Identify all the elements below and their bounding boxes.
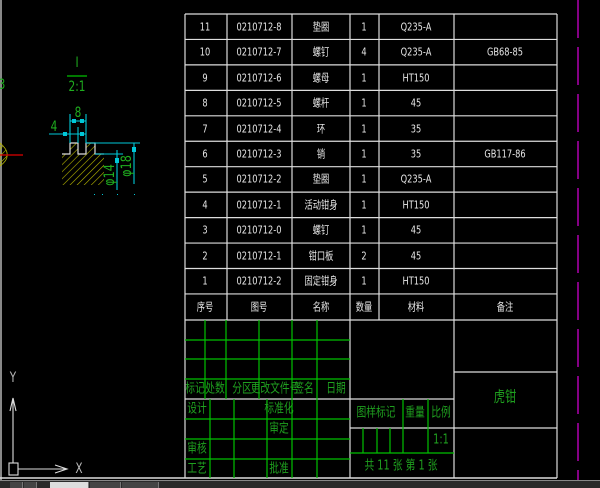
parts-cell-name: 螺钉	[312, 223, 330, 237]
parts-cell-drawing-no: 0210712-7	[236, 45, 282, 59]
parts-cell-qty: 1	[361, 274, 367, 288]
parts-cell-no: 8	[202, 96, 208, 110]
parts-cell-drawing-no: 0210712-4	[236, 122, 282, 136]
tab-layout1[interactable]	[90, 482, 121, 488]
header-name: 名称	[312, 300, 330, 314]
parts-cell-name: 螺杆	[312, 96, 330, 110]
parts-cell-material: HT150	[402, 274, 430, 288]
parts-cell-drawing-no: 0210712-0	[236, 223, 282, 237]
parts-cell-material: 45	[410, 249, 422, 263]
parts-cell-name: 环	[316, 122, 326, 136]
parts-cell-qty: 1	[361, 71, 367, 85]
parts-cell-drawing-no: 0210712-3	[236, 147, 282, 161]
tab-model[interactable]	[50, 482, 89, 488]
parts-cell-material: Q235-A	[400, 172, 432, 186]
header-no: 序号	[196, 300, 214, 314]
parts-cell-name: 垫圈	[312, 172, 330, 186]
parts-cell-no: 1	[202, 274, 208, 288]
parts-cell-note: GB68-85	[486, 45, 524, 59]
ucs-icon	[8, 397, 69, 476]
parts-cell-material: Q235-A	[400, 20, 432, 34]
header-note: 备注	[496, 300, 514, 314]
parts-cell-drawing-no: 0210712-1	[236, 198, 282, 212]
weight-label: 重量	[405, 405, 425, 421]
sheets-text: 共 11 张 第 1 张	[364, 458, 438, 474]
parts-cell-no: 11	[199, 20, 211, 34]
drawing-lines	[0, 0, 579, 488]
rev-mark: 标记	[185, 381, 205, 397]
review-label: 审核	[187, 441, 207, 457]
parts-cell-material: Q235-A	[400, 45, 432, 59]
parts-cell-no: 10	[199, 45, 211, 59]
header-qty: 数量	[355, 300, 373, 314]
parts-cell-no: 2	[202, 249, 208, 263]
drawing-title: 虎钳	[493, 387, 517, 406]
tab-layout2[interactable]	[122, 482, 159, 488]
process-label: 工艺	[187, 461, 207, 477]
parts-cell-material: 35	[410, 122, 422, 136]
parts-cell-drawing-no: 0210712-2	[236, 172, 282, 186]
dim-phi14: φ14	[102, 164, 118, 186]
parts-cell-no: 3	[202, 223, 208, 237]
standardization-label: 标准化	[264, 401, 294, 417]
parts-cell-name: 钳口板	[308, 249, 334, 263]
parts-cell-material: HT150	[402, 198, 430, 212]
design-label: 设计	[187, 401, 207, 417]
layout-tabs	[0, 480, 600, 488]
tab-nav[interactable]	[24, 482, 37, 488]
ucs-y-label: Y	[9, 370, 17, 386]
parts-cell-qty: 1	[361, 198, 367, 212]
parts-cell-qty: 1	[361, 96, 367, 110]
dim-8: 8	[74, 105, 82, 121]
parts-cell-material: 45	[410, 96, 422, 110]
parts-cell-material: 35	[410, 147, 422, 161]
scale-label: 比例	[431, 405, 451, 421]
parts-cell-qty: 1	[361, 147, 367, 161]
rev-zone: 分区	[232, 381, 252, 397]
parts-cell-name: 固定钳身	[304, 274, 338, 288]
parts-cell-no: 9	[202, 71, 208, 85]
approval-label: 批准	[269, 461, 289, 477]
detail-scale: 2:1	[68, 79, 86, 95]
parts-cell-name: 销	[316, 147, 326, 161]
rev-signature: 签名	[294, 381, 314, 397]
parts-cell-name: 螺母	[312, 71, 330, 85]
partial-label: 3	[0, 78, 5, 92]
parts-cell-drawing-no: 0210712-2	[236, 274, 282, 288]
parts-cell-qty: 1	[361, 122, 367, 136]
parts-cell-name: 活动钳身	[304, 198, 338, 212]
parts-cell-drawing-no: 0210712-5	[236, 96, 282, 110]
parts-cell-qty: 1	[361, 172, 367, 186]
parts-cell-drawing-no: 0210712-1	[236, 249, 282, 263]
parts-cell-no: 6	[202, 147, 208, 161]
dim-phi18: φ18	[119, 155, 135, 177]
pattern-mark-label: 图样标记	[356, 405, 396, 421]
rev-count: 处数	[205, 381, 225, 397]
ucs-x-label: X	[75, 461, 83, 477]
parts-cell-qty: 4	[361, 45, 367, 59]
rev-date: 日期	[326, 381, 346, 397]
parts-cell-qty: 2	[361, 249, 367, 263]
parts-cell-qty: 1	[361, 223, 367, 237]
parts-cell-material: HT150	[402, 71, 430, 85]
scale-value: 1:1	[433, 432, 449, 448]
parts-cell-drawing-no: 0210712-8	[236, 20, 282, 34]
parts-cell-material: 45	[410, 223, 422, 237]
detail-label: I	[75, 55, 79, 71]
tab-nav[interactable]	[10, 482, 23, 488]
parts-cell-drawing-no: 0210712-6	[236, 71, 282, 85]
parts-cell-name: 螺钉	[312, 45, 330, 59]
parts-cell-no: 7	[202, 122, 208, 136]
dim-4: 4	[50, 119, 58, 135]
parts-cell-no: 4	[202, 198, 208, 212]
parts-cell-qty: 1	[361, 20, 367, 34]
parts-cell-no: 5	[202, 172, 208, 186]
parts-cell-note: GB117-86	[484, 147, 526, 161]
approve-check-label: 审定	[269, 421, 289, 437]
parts-cell-name: 垫圈	[312, 20, 330, 34]
header-drawing-no: 图号	[250, 300, 268, 314]
header-material: 材料	[407, 300, 425, 314]
cad-drawing-canvas[interactable]: I 2:1 3 8 4 φ14 φ18 Y X 110210712-8垫圈1Q2…	[0, 0, 600, 488]
rev-change-doc: 更改文件号	[250, 381, 300, 397]
